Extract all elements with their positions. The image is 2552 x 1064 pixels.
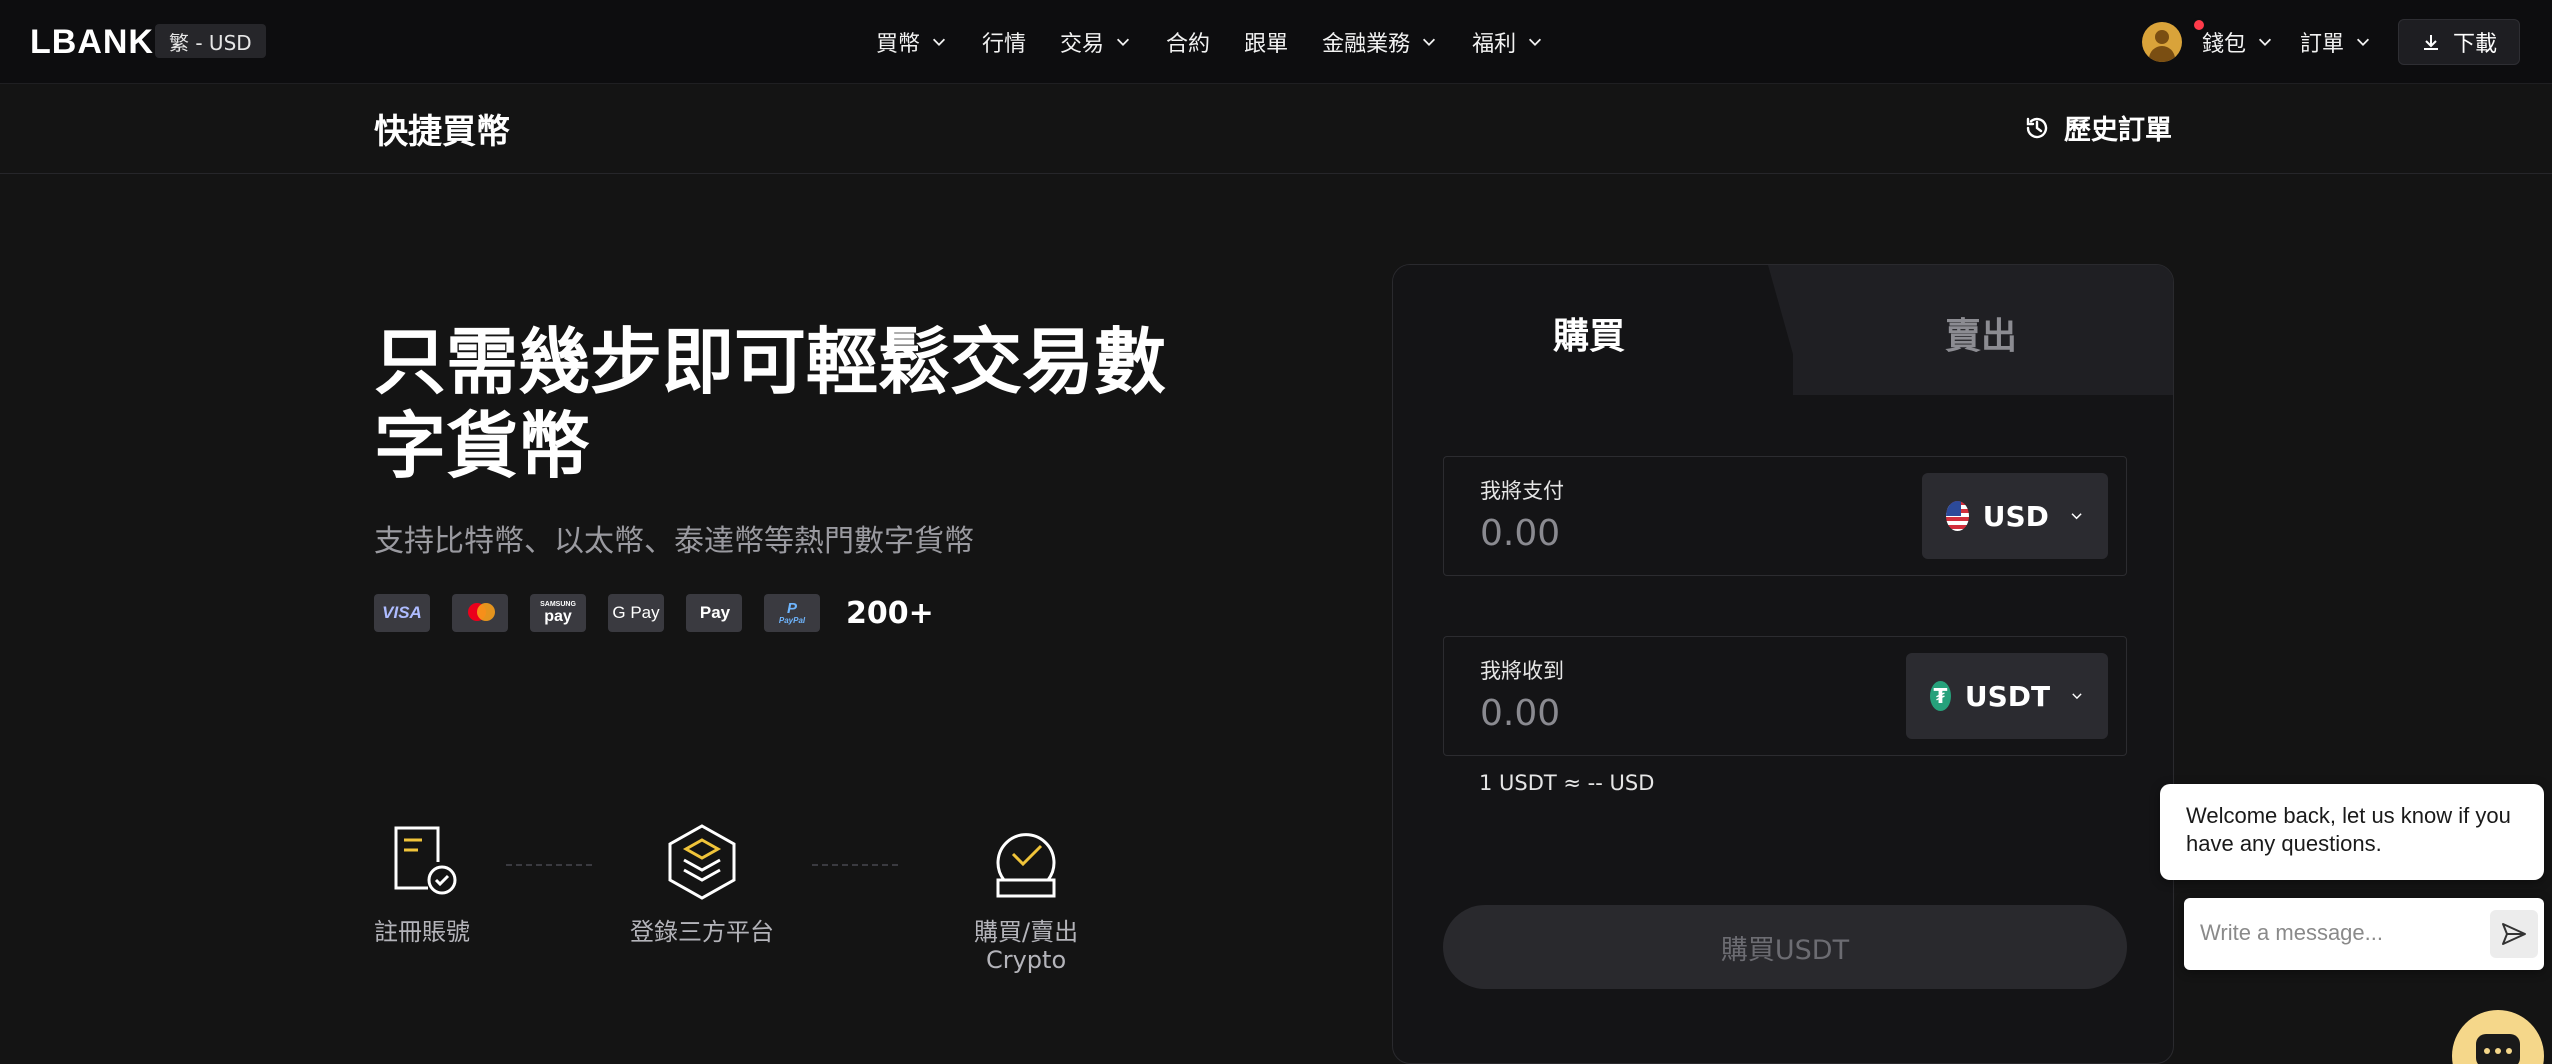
step-label: 登錄三方平台 — [630, 918, 774, 946]
paypal-text: PayPal — [778, 615, 806, 625]
orders-menu[interactable]: 訂單 — [2300, 26, 2372, 58]
chevron-down-icon — [2072, 693, 2082, 700]
chevron-down-icon — [2258, 38, 2272, 46]
step-label: 購買/賣出 — [974, 918, 1079, 946]
google-pay-logo: G Pay — [608, 594, 664, 632]
page-title: 快捷買幣 — [374, 112, 510, 152]
step-buy-sell: 購買/賣出 Crypto — [974, 822, 1078, 974]
chat-welcome-message: Welcome back, let us know if you have an… — [2160, 784, 2544, 880]
paypal-mark: P — [786, 599, 797, 617]
payment-methods-count: 200+ — [846, 595, 934, 631]
notification-dot — [2192, 18, 2206, 32]
step-login-third-party: 登錄三方平台 — [630, 822, 774, 946]
buy-usdt-button[interactable]: 購買USDT — [1443, 905, 2127, 989]
nav-label: 金融業務 — [1322, 32, 1411, 57]
receive-amount-field: 我將收到 0.00 ₮ USDT — [1443, 636, 2127, 756]
step-label: 註冊賬號 — [374, 918, 470, 946]
check-badge-icon — [996, 833, 1056, 898]
history-clock-icon — [2026, 117, 2048, 138]
paypal-logo: P PayPal — [764, 594, 820, 632]
hero-title: 只需幾步即可輕鬆交易數 字貨幣 — [374, 320, 1214, 488]
chat-bubble-icon — [2476, 1034, 2520, 1064]
page-subheader: 快捷買幣 歷史訂單 — [0, 84, 2552, 174]
receive-currency-select[interactable]: ₮ USDT — [1906, 653, 2108, 739]
nav-trade[interactable]: 交易 — [1060, 26, 1132, 58]
avatar-head — [2154, 30, 2169, 44]
step-connector — [506, 864, 592, 866]
chevron-down-icon — [2356, 38, 2370, 46]
mastercard-orange-circle — [477, 603, 495, 621]
register-document-icon — [394, 826, 457, 895]
tab-sell-label[interactable]: 賣出 — [1945, 307, 2017, 359]
nav-futures[interactable]: 合約 — [1166, 26, 1210, 58]
apple-pay-text: Pay — [699, 603, 731, 622]
hero-title-line: 字貨幣 — [374, 404, 591, 488]
chat-message-input[interactable]: Write a message... — [2184, 898, 2544, 970]
hero-title-line: 只需幾步即可輕鬆交易數 — [374, 320, 1167, 404]
nav-rewards[interactable]: 福利 — [1472, 26, 1544, 58]
download-icon — [2423, 35, 2438, 50]
exchange-rate: 1 USDT ≈ -- USD — [1479, 771, 1655, 795]
receive-field-label: 我將收到 — [1480, 659, 1564, 683]
pay-field-label: 我將支付 — [1480, 479, 1564, 503]
nav-finance[interactable]: 金融業務 — [1322, 26, 1438, 58]
chevron-down-icon — [1423, 38, 1436, 46]
us-flag-icon — [1946, 501, 1969, 531]
step-label: Crypto — [985, 946, 1067, 974]
nav-copy-trading[interactable]: 跟單 — [1244, 26, 1288, 58]
history-label: 歷史訂單 — [2064, 115, 2172, 146]
wallet-label: 錢包 — [2201, 32, 2246, 57]
send-icon — [2502, 923, 2526, 945]
samsung-pay-logo: SAMSUNG pay — [530, 594, 586, 632]
tab-buy-label[interactable]: 購買 — [1553, 307, 1625, 359]
pay-currency-select[interactable]: USD — [1922, 473, 2108, 559]
nav-buy-crypto[interactable]: 買幣 — [876, 26, 948, 58]
tether-icon: ₮ — [1930, 681, 1951, 711]
locale-currency-selector[interactable]: 繁 - USD — [155, 24, 266, 58]
step-register: 註冊賬號 — [374, 822, 470, 946]
quick-buy-card: 購買 賣出 我將支付 0.00 USD 我將收到 0.00 ₮ USDT 1 U… — [1392, 264, 2174, 1064]
payment-methods: VISA SAMSUNG pay G Pay Pay P PayPal 200+ — [374, 594, 934, 632]
nav-label: 買幣 — [876, 32, 921, 57]
flag-canton — [1946, 501, 1961, 516]
apple-pay-logo: Pay — [686, 594, 742, 632]
chevron-down-icon — [1117, 38, 1130, 46]
chevron-down-icon — [1529, 38, 1542, 46]
receive-amount-input[interactable]: 0.00 — [1480, 693, 1560, 734]
nav-label: 合約 — [1166, 32, 1211, 57]
main-nav: 買幣 行情 交易 合約 跟單 金融業務 福利 — [876, 0, 1578, 84]
chat-input-placeholder: Write a message... — [2200, 920, 2383, 945]
samsung-pay-bottom: pay — [544, 608, 572, 625]
nav-label: 行情 — [982, 32, 1027, 57]
user-avatar[interactable] — [2141, 22, 2182, 62]
nav-label: 跟單 — [1244, 32, 1289, 57]
nav-label: 福利 — [1472, 32, 1517, 57]
chevron-down-icon — [2071, 513, 2082, 520]
lbank-logo[interactable]: LBANK — [30, 22, 154, 62]
pay-currency-code: USD — [1982, 499, 2049, 533]
chat-launcher-button[interactable] — [2452, 1010, 2544, 1064]
nav-label: 交易 — [1060, 32, 1105, 57]
orders-label: 訂單 — [2299, 32, 2344, 57]
avatar-body — [2148, 46, 2175, 62]
download-label: 下載 — [2452, 32, 2497, 57]
history-orders-link[interactable]: 歷史訂單 — [2022, 108, 2172, 147]
hero-subtitle: 支持比特幣、以太幣、泰達幣等熱門數字貨幣 — [374, 524, 974, 559]
visa-logo: VISA — [374, 594, 430, 632]
top-navbar: LBANK 繁 - USD 買幣 行情 交易 合約 跟單 金融業務 福利 錢包 … — [0, 0, 2552, 84]
chevron-down-icon — [932, 38, 946, 46]
mastercard-logo — [452, 594, 508, 632]
step-connector — [812, 864, 898, 866]
nav-markets[interactable]: 行情 — [982, 26, 1026, 58]
layers-icon — [668, 824, 736, 900]
account-nav: 錢包 訂單 下載 — [2141, 0, 2520, 84]
chat-send-button[interactable] — [2490, 910, 2538, 958]
wallet-menu[interactable]: 錢包 — [2202, 26, 2274, 58]
pay-amount-input[interactable]: 0.00 — [1480, 513, 1560, 554]
receive-currency-code: USDT — [1964, 679, 2051, 713]
download-button[interactable]: 下載 — [2397, 19, 2520, 65]
pay-amount-field: 我將支付 0.00 USD — [1443, 456, 2127, 576]
